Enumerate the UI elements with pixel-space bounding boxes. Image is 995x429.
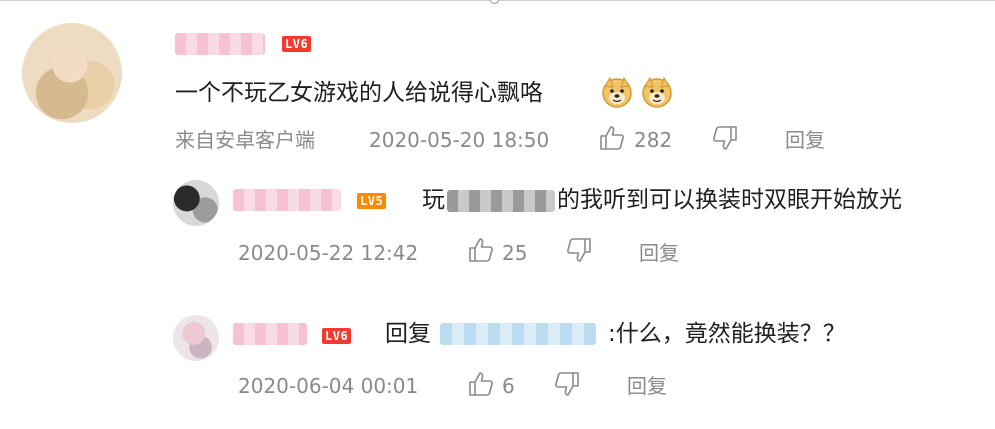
reply-text: :什么，竟然能换装？？ — [608, 321, 846, 347]
reply-button[interactable]: 回复 — [785, 127, 825, 153]
reply-button[interactable]: 回复 — [627, 373, 667, 399]
reply-button[interactable]: 回复 — [639, 240, 679, 266]
username-blurred[interactable] — [233, 189, 341, 211]
comment-text: 一个不玩乙女游戏的人给说得心飘咯 — [175, 80, 543, 106]
avatar[interactable] — [173, 315, 219, 361]
reply-text-suffix: 的我听到可以换装时双眼开始放光 — [557, 187, 902, 213]
thumbs-up-icon[interactable] — [467, 236, 495, 264]
avatar[interactable] — [22, 23, 122, 123]
avatar[interactable] — [173, 180, 219, 226]
reply-text-prefix: 玩 — [422, 187, 445, 213]
doge-icon — [602, 76, 632, 108]
username-blurred[interactable] — [175, 33, 265, 55]
username-blurred[interactable] — [233, 323, 307, 345]
level-badge: LV6 — [282, 36, 312, 52]
redacted-text — [447, 190, 555, 212]
comment-source: 来自安卓客户端 — [175, 128, 315, 152]
thumbs-up-icon[interactable] — [467, 370, 495, 398]
scroll-handle-icon[interactable] — [490, 0, 499, 4]
thumbs-down-icon[interactable] — [565, 236, 593, 264]
like-count: 25 — [502, 241, 528, 265]
like-count: 282 — [634, 128, 673, 152]
thumbs-down-icon[interactable] — [711, 124, 739, 152]
comment-timestamp: 2020-05-22 12:42 — [238, 241, 419, 265]
comment-timestamp: 2020-06-04 00:01 — [238, 374, 419, 398]
thumbs-down-icon[interactable] — [553, 370, 581, 398]
reply-prefix: 回复 — [385, 321, 431, 347]
doge-icon — [642, 76, 672, 108]
thumbs-up-icon[interactable] — [598, 124, 626, 152]
like-count: 6 — [502, 374, 515, 398]
mentioned-user-blurred[interactable] — [440, 323, 596, 345]
level-badge: LV5 — [357, 193, 387, 209]
level-badge: LV6 — [322, 328, 352, 344]
comment-timestamp: 2020-05-20 18:50 — [369, 128, 550, 152]
